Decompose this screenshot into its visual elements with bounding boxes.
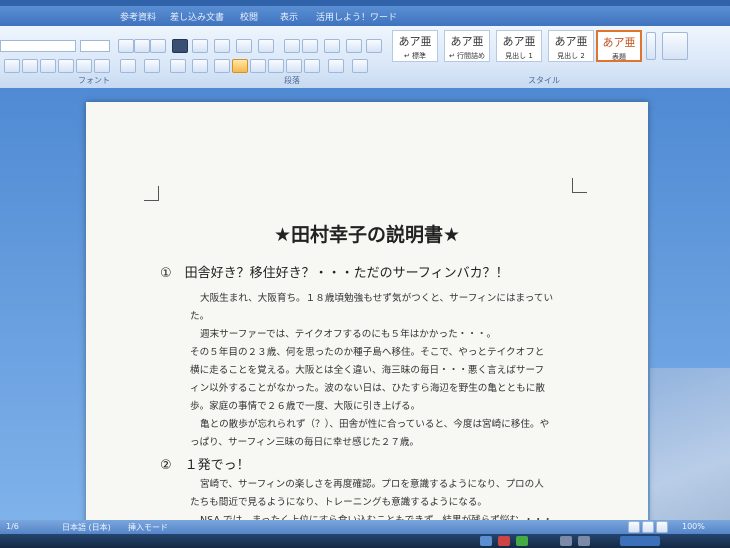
char-border-icon[interactable] [192,59,208,73]
shading-icon[interactable] [328,59,344,73]
borders-icon[interactable] [352,59,368,73]
style-normal[interactable]: あア亜 ↵ 標準 [392,30,438,62]
font-color-icon[interactable] [144,59,160,73]
underline-icon[interactable] [40,59,56,73]
body-line: 亀との散歩が忘れられず（？）、田舎が性に合っていると、今度は宮崎に移住。や [200,419,550,430]
align-left-icon[interactable] [214,59,230,73]
superscript-icon[interactable] [94,59,110,73]
char-shading-icon[interactable] [170,59,186,73]
style-sample: あア亜 [554,35,588,48]
highlight-icon[interactable] [120,59,136,73]
document-title: ★田村幸子の説明書★ [273,224,461,246]
section-heading: ① 田舎好き？移住好き？・・・ただのサーフィンバカ？！ [160,266,509,281]
body-line: っぱり、サーフィン三昧の毎日に幸せ感じた２７歳。 [190,437,420,448]
style-sample: あア亜 [602,36,636,49]
style-name: 見出し 2 [557,52,585,60]
body-line: その５年目の２３歳、何を思ったのか種子島へ移住。そこで、やっとテイクオフと [190,347,545,358]
tab-custom[interactable]: 活用しよう！ワード [316,10,397,23]
tab-view[interactable]: 表示 [280,10,298,23]
full-screen-icon[interactable] [642,521,654,533]
clear-format-icon[interactable] [150,39,166,53]
insert-mode-indicator[interactable]: 挿入モード [128,522,168,533]
bullets-icon[interactable] [214,39,230,53]
taskbar-icon[interactable] [480,536,492,546]
group-label-paragraph: 段落 [284,76,300,85]
grow-font-icon[interactable] [118,39,134,53]
bold-icon[interactable] [4,59,20,73]
body-line: ィン以外することがなかった。波のない日は、ひたすら海辺を野生の亀とともに散 [190,383,545,394]
tab-review[interactable]: 校閲 [240,10,258,23]
taskbar [0,534,730,548]
style-sample: あア亜 [450,35,484,48]
font-size-select[interactable] [80,40,110,52]
style-name: 見出し 1 [505,52,533,60]
taskbar-icon[interactable] [578,536,590,546]
align-justify-icon[interactable] [232,59,248,73]
body-line: 週末サーファーでは、テイクオフするのにも５年はかかった・・・。 [200,329,497,340]
body-line: た。 [190,311,210,322]
style-title[interactable]: あア亜 表題 [596,30,642,62]
body-line: 横に走ることを覚える。大阪とは全く違い、海三昧の毎日・・・悪く言えばサーフ [190,365,545,376]
italic-icon[interactable] [22,59,38,73]
text-direction-icon[interactable] [324,39,340,53]
show-marks-icon[interactable] [366,39,382,53]
language-indicator[interactable]: 日本語 (日本) [62,522,111,533]
body-line: 宮崎で、サーフィンの楽しさを再度確認。プロを意識するようになり、プロの人 [200,479,544,490]
multilevel-list-icon[interactable] [258,39,274,53]
subscript-icon[interactable] [76,59,92,73]
style-name: ↵ 標準 [403,52,427,60]
style-heading-1[interactable]: あア亜 見出し 1 [496,30,542,62]
margin-corner-mark [144,186,159,201]
numbering-icon[interactable] [236,39,252,53]
ribbon-tab-bar: 参考資料 差し込み文書 校閲 表示 活用しよう！ワード [0,6,730,28]
style-sample: あア亜 [502,35,536,48]
margin-corner-mark [572,178,587,193]
body-line: 大阪生まれ、大阪育ち。１８歳頃勉強もせず気がつくと、サーフィンにはまってい [200,293,554,304]
increase-indent-icon[interactable] [302,39,318,53]
document-page[interactable]: ★田村幸子の説明書★ ① 田舎好き？移住好き？・・・ただのサーフィンバカ？！ 大… [86,102,648,542]
strikethrough-icon[interactable] [58,59,74,73]
tab-references[interactable]: 参考資料 [120,10,156,23]
taskbar-icon[interactable] [560,536,572,546]
status-bar: 1/6 日本語 (日本) 挿入モード 100% [0,520,730,534]
align-center-icon[interactable] [250,59,266,73]
document-canvas: ★田村幸子の説明書★ ① 田舎好き？移住好き？・・・ただのサーフィンバカ？！ 大… [0,88,730,542]
word-window: 参考資料 差し込み文書 校閲 表示 活用しよう！ワード フォント 段落 あア亜 … [0,0,730,548]
page-indicator[interactable]: 1/6 [6,522,19,531]
enclose-char-icon[interactable] [192,39,208,53]
font-name-select[interactable] [0,40,76,52]
body-line: たちも間近で見るようになり、トレーニングも意識するようになる。 [190,497,488,508]
web-layout-icon[interactable] [656,521,668,533]
sort-icon[interactable] [346,39,362,53]
print-layout-icon[interactable] [628,521,640,533]
zoom-level[interactable]: 100% [682,522,705,531]
background-reflection [650,368,730,538]
line-spacing-icon[interactable] [304,59,320,73]
style-gallery-scroll[interactable] [646,32,656,60]
tab-mailings[interactable]: 差し込み文書 [170,10,224,23]
taskbar-icon[interactable] [498,536,510,546]
distributed-icon[interactable] [286,59,302,73]
style-name: 表題 [612,53,626,61]
taskbar-icon[interactable] [516,536,528,546]
ribbon: フォント 段落 あア亜 ↵ 標準 あア亜 ↵ 行間詰め あア亜 見出し 1 あア… [0,26,730,89]
style-sample: あア亜 [398,35,432,48]
style-heading-2[interactable]: あア亜 見出し 2 [548,30,594,62]
shrink-font-icon[interactable] [134,39,150,53]
align-right-icon[interactable] [268,59,284,73]
group-label-font: フォント [78,76,110,85]
change-styles-icon[interactable] [662,32,688,60]
group-label-styles: スタイル [528,76,560,85]
style-name: ↵ 行間詰め [448,52,486,60]
decrease-indent-icon[interactable] [284,39,300,53]
phonetic-guide-icon[interactable] [172,39,188,53]
section-heading: ② １発でっ！ [160,458,250,473]
style-no-spacing[interactable]: あア亜 ↵ 行間詰め [444,30,490,62]
taskbar-word-button[interactable] [620,536,660,546]
body-line: 歩。家庭の事情で２６歳で一度、大阪に引き上げる。 [190,401,421,412]
